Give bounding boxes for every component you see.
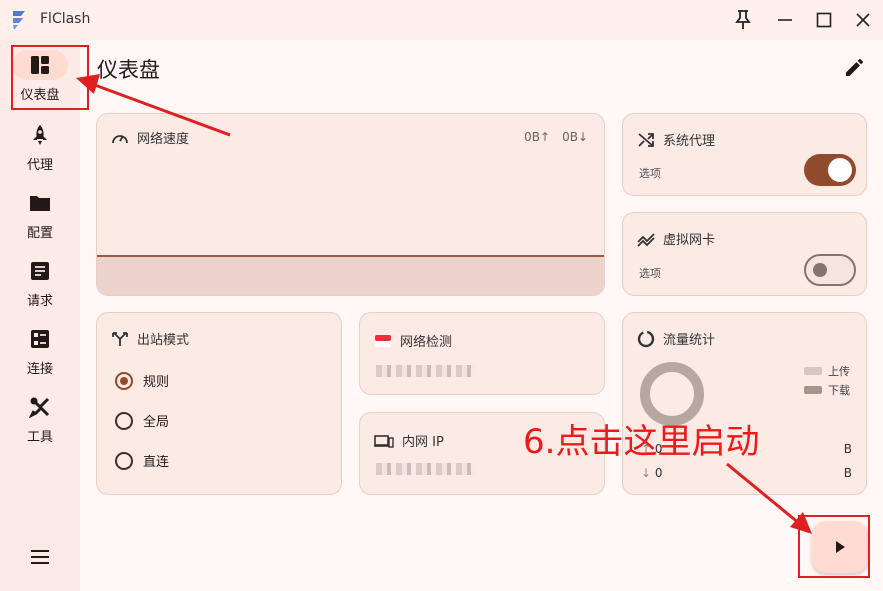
ip-blurred (376, 463, 476, 475)
maximize-button[interactable] (812, 8, 836, 32)
annotation-text: 6.点击这里启动 (523, 422, 760, 462)
outbound-mode-card: 出站模式 规则 全局 直连 (96, 312, 342, 495)
download-speed: 0B↓ (562, 130, 588, 144)
network-speed-title: 网络速度 (137, 132, 190, 147)
sidebar-item-connections[interactable]: 连接 (0, 322, 80, 384)
legend-download: 下载 (828, 384, 850, 397)
legend-upload: 上传 (828, 365, 850, 378)
intranet-ip-title: 内网 IP (402, 435, 444, 450)
network-check-card[interactable]: 网络检测 (359, 312, 605, 395)
network-check-title: 网络检测 (400, 335, 453, 350)
speed-graph (97, 255, 604, 295)
maximize-icon (816, 12, 832, 28)
pencil-icon (846, 59, 863, 76)
minimize-icon (778, 19, 792, 21)
sidebar-item-label: 连接 (26, 362, 53, 377)
connections-icon (31, 330, 49, 348)
radio-unselected[interactable] (115, 411, 133, 430)
system-proxy-title: 系统代理 (663, 134, 716, 149)
pin-button[interactable] (731, 8, 755, 32)
location-blurred (376, 365, 476, 377)
menu-button[interactable] (28, 545, 52, 569)
devices-icon (374, 434, 394, 448)
virtual-nic-toggle[interactable] (804, 254, 856, 286)
network-trend-icon (637, 232, 655, 247)
sidebar-item-requests[interactable]: 请求 (0, 254, 80, 316)
sidebar-item-profiles[interactable]: 配置 (0, 186, 80, 248)
minimize-button[interactable] (773, 8, 797, 32)
close-icon (856, 13, 870, 27)
fork-icon (112, 331, 128, 346)
pin-icon (735, 10, 751, 29)
title-bar: FlClash (0, 0, 883, 40)
annotation-box-start (798, 515, 870, 578)
edit-button[interactable] (843, 55, 869, 81)
traffic-stats-title: 流量统计 (663, 333, 716, 348)
rocket-icon (33, 125, 47, 145)
system-proxy-card[interactable]: 系统代理 选项 (622, 113, 867, 196)
network-speed-card: 网络速度 0B↑ 0B↓ (96, 113, 605, 296)
download-traffic-unit: B (843, 466, 852, 480)
speedometer-icon (112, 134, 128, 143)
download-traffic-value: 0 (654, 466, 663, 480)
mode-option-rule[interactable]: 规则 (115, 371, 169, 390)
mode-option-global[interactable]: 全局 (115, 411, 169, 430)
flag-icon (375, 334, 391, 347)
close-button[interactable] (851, 8, 875, 32)
traffic-stats-card: 流量统计 上传 下载 ↑ 0 B ↓ 0 B (622, 312, 867, 495)
sidebar-item-label: 配置 (26, 226, 53, 241)
virtual-nic-title: 虚拟网卡 (663, 233, 716, 248)
virtual-nic-sub: 选项 (639, 267, 661, 280)
shuffle-icon (638, 132, 654, 147)
radio-unselected[interactable] (115, 451, 133, 470)
upload-traffic-unit: B (843, 442, 852, 456)
sidebar-item-label: 代理 (26, 158, 53, 173)
flclash-logo-icon (13, 11, 25, 30)
hamburger-menu-icon (31, 550, 49, 564)
sidebar-item-label: 请求 (26, 294, 53, 309)
system-proxy-toggle[interactable] (804, 154, 856, 186)
mode-option-direct[interactable]: 直连 (115, 451, 169, 470)
sidebar: 仪表盘 代理 配置 请求 连接 工具 (0, 40, 80, 591)
page-title: 仪表盘 (97, 58, 160, 82)
tools-icon (29, 397, 50, 418)
annotation-box-dashboard (11, 45, 89, 110)
folder-icon (30, 196, 50, 211)
sidebar-item-label: 工具 (26, 430, 53, 445)
sidebar-item-proxy[interactable]: 代理 (0, 118, 80, 180)
app-title: FlClash (40, 11, 91, 27)
download-traffic-row: ↓ 0 B (641, 466, 852, 480)
request-list-icon (31, 262, 49, 280)
system-proxy-sub: 选项 (639, 167, 661, 180)
radio-selected[interactable] (115, 371, 133, 390)
virtual-nic-card[interactable]: 虚拟网卡 选项 (622, 212, 867, 296)
donut-chart-icon (637, 330, 655, 347)
sidebar-item-tools[interactable]: 工具 (0, 390, 80, 452)
outbound-mode-title: 出站模式 (137, 333, 190, 348)
upload-speed: 0B↑ (524, 130, 551, 144)
